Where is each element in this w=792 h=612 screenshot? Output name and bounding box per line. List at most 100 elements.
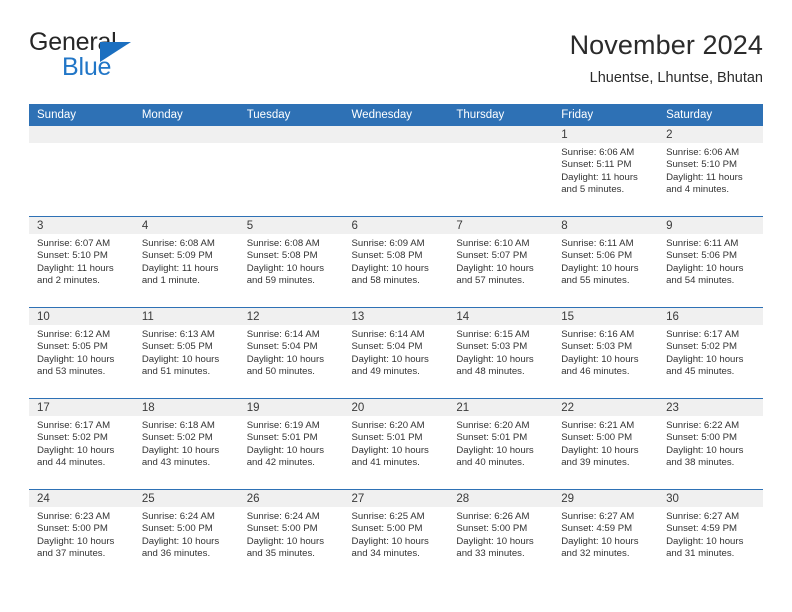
daylight-duration-line2: and 53 minutes.: [37, 366, 106, 378]
day-box: 18 Sunrise: 6:18 AM Sunset: 5:02 PM Dayligh…: [133, 399, 239, 489]
calendar-day-cell[interactable]: 3 Sunrise: 6:07 AM Sunset: 5:10 PM Daylight…: [29, 216, 134, 308]
daylight-duration-line2: and 58 minutes.: [351, 275, 420, 287]
calendar-day-cell[interactable]: 9 Sunrise: 6:11 AM Sunset: 5:06 PM Daylight…: [658, 216, 763, 308]
day-box: 13 Sunrise: 6:14 AM Sunset: 5:04 PM Dayligh…: [343, 308, 449, 398]
weekday-header-friday: Friday: [553, 104, 659, 126]
daylight-duration-line2: and 55 minutes.: [561, 275, 630, 287]
sunset-time: Sunset: 4:59 PM: [666, 523, 737, 535]
calendar-day-cell[interactable]: 19 Sunrise: 6:19 AM Sunset: 5:01 PM Dayligh…: [238, 398, 344, 490]
sunset-time: Sunset: 5:00 PM: [351, 523, 423, 535]
daylight-duration-line1: Daylight: 10 hours: [246, 444, 325, 456]
day-sun-info: Sunrise: 6:26 AM Sunset: 5:00 PM Daylight:…: [448, 507, 553, 561]
calendar-week-row: 10 Sunrise: 6:12 AM Sunset: 5:05 PM Dayligh…: [29, 307, 763, 399]
calendar-day-cell[interactable]: 8 Sunrise: 6:11 AM Sunset: 5:06 PM Daylight…: [553, 216, 659, 308]
calendar-day-cell[interactable]: 12 Sunrise: 6:14 AM Sunset: 5:04 PM Dayligh…: [238, 307, 344, 399]
day-sun-info: Sunrise: 6:08 AM Sunset: 5:08 PM Daylight:…: [239, 234, 344, 288]
daylight-duration-line1: Daylight: 10 hours: [666, 262, 744, 274]
day-number: 26: [238, 490, 344, 507]
calendar-day-cell[interactable]: 15 Sunrise: 6:16 AM Sunset: 5:03 PM Dayligh…: [553, 307, 659, 399]
sunrise-time: Sunrise: 6:12 AM: [37, 329, 111, 340]
calendar-day-cell[interactable]: 28 Sunrise: 6:26 AM Sunset: 5:00 PM Dayligh…: [448, 489, 554, 580]
day-number: 19: [238, 399, 344, 416]
day-box: 5 Sunrise: 6:08 AM Sunset: 5:08 PM Daylight…: [238, 217, 344, 307]
daylight-duration-line2: and 49 minutes.: [351, 366, 420, 378]
day-number: 2: [658, 126, 763, 143]
calendar-day-cell[interactable]: 27 Sunrise: 6:25 AM Sunset: 5:00 PM Dayligh…: [343, 489, 449, 580]
day-number: 24: [29, 490, 134, 507]
day-box: 3 Sunrise: 6:07 AM Sunset: 5:10 PM Daylight…: [29, 217, 134, 307]
sunrise-time: Sunrise: 6:27 AM: [561, 511, 635, 522]
calendar-day-cell[interactable]: 29 Sunrise: 6:27 AM Sunset: 4:59 PM Dayligh…: [553, 489, 659, 580]
sunrise-time: Sunrise: 6:11 AM: [666, 238, 739, 249]
calendar-day-cell[interactable]: 13 Sunrise: 6:14 AM Sunset: 5:04 PM Dayligh…: [343, 307, 449, 399]
sunset-time: Sunset: 4:59 PM: [561, 523, 633, 535]
day-box: [343, 126, 449, 216]
calendar-day-cell[interactable]: 30 Sunrise: 6:27 AM Sunset: 4:59 PM Dayligh…: [658, 489, 763, 580]
sunrise-time: Sunrise: 6:25 AM: [351, 511, 425, 522]
daylight-duration-line2: and 59 minutes.: [246, 275, 315, 287]
daylight-duration-line2: and 46 minutes.: [561, 366, 630, 378]
calendar-day-cell[interactable]: 24 Sunrise: 6:23 AM Sunset: 5:00 PM Dayligh…: [29, 489, 134, 580]
day-box: 23 Sunrise: 6:22 AM Sunset: 5:00 PM Dayligh…: [658, 399, 763, 489]
day-sun-info: Sunrise: 6:11 AM Sunset: 5:06 PM Daylight:…: [553, 234, 658, 288]
day-number: 23: [658, 399, 763, 416]
sunset-time: Sunset: 5:09 PM: [141, 250, 213, 262]
daylight-duration-line1: Daylight: 11 hours: [141, 262, 219, 274]
sunset-time: Sunset: 5:10 PM: [37, 250, 108, 262]
calendar-day-cell[interactable]: 14 Sunrise: 6:15 AM Sunset: 5:03 PM Dayligh…: [448, 307, 554, 399]
calendar-day-cell[interactable]: 18 Sunrise: 6:18 AM Sunset: 5:02 PM Dayligh…: [133, 398, 239, 490]
day-box: [448, 126, 554, 216]
daylight-duration-line2: and 44 minutes.: [37, 457, 106, 469]
daylight-duration-line2: and 39 minutes.: [561, 457, 630, 469]
calendar-day-cell[interactable]: 22 Sunrise: 6:21 AM Sunset: 5:00 PM Dayligh…: [553, 398, 659, 490]
daylight-duration-line2: and 32 minutes.: [561, 548, 630, 560]
calendar-day-cell[interactable]: 6 Sunrise: 6:09 AM Sunset: 5:08 PM Daylight…: [343, 216, 449, 308]
daylight-duration-line1: Daylight: 10 hours: [561, 353, 639, 365]
calendar-day-cell[interactable]: 17 Sunrise: 6:17 AM Sunset: 5:02 PM Dayligh…: [29, 398, 134, 490]
daylight-duration-line1: Daylight: 10 hours: [666, 353, 744, 365]
daylight-duration-line2: and 48 minutes.: [456, 366, 525, 378]
day-box: 7 Sunrise: 6:10 AM Sunset: 5:07 PM Daylight…: [448, 217, 554, 307]
calendar-day-cell[interactable]: 7 Sunrise: 6:10 AM Sunset: 5:07 PM Daylight…: [448, 216, 554, 308]
day-box: 12 Sunrise: 6:14 AM Sunset: 5:04 PM Dayligh…: [238, 308, 344, 398]
calendar-day-cell[interactable]: 23 Sunrise: 6:22 AM Sunset: 5:00 PM Dayligh…: [658, 398, 763, 490]
sunrise-time: Sunrise: 6:24 AM: [141, 511, 215, 522]
day-number: 8: [553, 217, 659, 234]
calendar-day-cell[interactable]: 11 Sunrise: 6:13 AM Sunset: 5:05 PM Dayligh…: [133, 307, 239, 399]
calendar-day-cell[interactable]: 16 Sunrise: 6:17 AM Sunset: 5:02 PM Dayligh…: [658, 307, 763, 399]
day-box: 10 Sunrise: 6:12 AM Sunset: 5:05 PM Dayligh…: [29, 308, 134, 398]
day-sun-info: Sunrise: 6:09 AM Sunset: 5:08 PM Daylight:…: [344, 234, 449, 288]
calendar-day-cell[interactable]: 25 Sunrise: 6:24 AM Sunset: 5:00 PM Dayligh…: [133, 489, 239, 580]
calendar-day-cell[interactable]: 1 Sunrise: 6:06 AM Sunset: 5:11 PM Daylight…: [553, 126, 659, 217]
day-number: [238, 126, 344, 143]
sunset-time: Sunset: 5:00 PM: [246, 523, 318, 535]
calendar-day-cell[interactable]: 4 Sunrise: 6:08 AM Sunset: 5:09 PM Daylight…: [133, 216, 239, 308]
calendar-body: 1 Sunrise: 6:06 AM Sunset: 5:11 PM Daylight…: [29, 126, 763, 580]
day-box: 27 Sunrise: 6:25 AM Sunset: 5:00 PM Dayligh…: [343, 490, 449, 580]
calendar-day-cell[interactable]: 5 Sunrise: 6:08 AM Sunset: 5:08 PM Daylight…: [238, 216, 344, 308]
calendar-day-cell[interactable]: 21 Sunrise: 6:20 AM Sunset: 5:01 PM Dayligh…: [448, 398, 554, 490]
calendar-day-cell[interactable]: 26 Sunrise: 6:24 AM Sunset: 5:00 PM Dayligh…: [238, 489, 344, 580]
day-number: 10: [29, 308, 134, 325]
calendar-day-cell[interactable]: 20 Sunrise: 6:20 AM Sunset: 5:01 PM Dayligh…: [343, 398, 449, 490]
page-title: November 2024: [569, 30, 763, 60]
weekday-header-monday: Monday: [133, 104, 239, 126]
daylight-duration-line1: Daylight: 10 hours: [246, 353, 325, 365]
calendar-day-cell[interactable]: 10 Sunrise: 6:12 AM Sunset: 5:05 PM Dayligh…: [29, 307, 134, 399]
daylight-duration-line2: and 5 minutes.: [561, 184, 625, 196]
weekday-header-sunday: Sunday: [29, 104, 134, 126]
calendar-page: General Blue November 2024 Lhuentse, Lhu…: [0, 0, 792, 612]
calendar-day-cell-empty: [133, 126, 239, 217]
sunset-time: Sunset: 5:05 PM: [141, 341, 213, 353]
sunset-time: Sunset: 5:06 PM: [666, 250, 737, 262]
day-box: 1 Sunrise: 6:06 AM Sunset: 5:11 PM Daylight…: [553, 126, 659, 216]
sunset-time: Sunset: 5:07 PM: [456, 250, 528, 262]
calendar-day-cell[interactable]: 2 Sunrise: 6:06 AM Sunset: 5:10 PM Daylight…: [658, 126, 763, 217]
sunset-time: Sunset: 5:04 PM: [351, 341, 423, 353]
day-sun-info: Sunrise: 6:24 AM Sunset: 5:00 PM Daylight:…: [134, 507, 239, 561]
day-number: 30: [658, 490, 763, 507]
sunset-time: Sunset: 5:03 PM: [561, 341, 633, 353]
daylight-duration-line1: Daylight: 10 hours: [456, 444, 534, 456]
daylight-duration-line1: Daylight: 11 hours: [666, 171, 743, 183]
daylight-duration-line1: Daylight: 10 hours: [351, 262, 429, 274]
